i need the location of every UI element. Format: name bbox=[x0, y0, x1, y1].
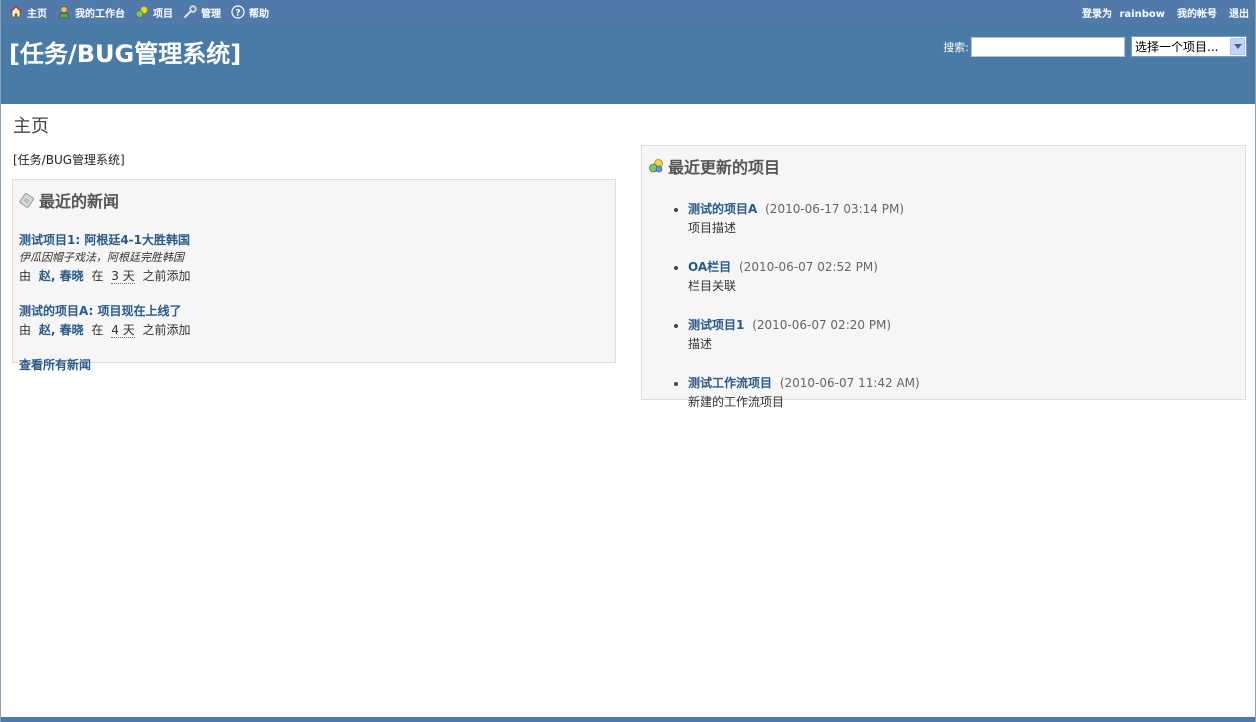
top-menu: 主页 我的工作台 项目 管理 ? 帮助 登录为 rainbow 我的帐号 退出 bbox=[1, 0, 1255, 24]
news-meta: 由 赵, 春晓 在 3 天 之前添加 bbox=[19, 267, 609, 284]
news-ago: 4 天 bbox=[111, 323, 135, 338]
project-select-value: 选择一个项目... bbox=[1135, 40, 1219, 54]
app-window: 主页 我的工作台 项目 管理 ? 帮助 登录为 rainbow 我的帐号 退出 … bbox=[0, 0, 1256, 722]
list-item: OA栏目 (2010-06-07 02:52 PM) 栏目关联 bbox=[688, 258, 1245, 294]
logged-in-as: 登录为 rainbow bbox=[1082, 5, 1165, 20]
wrench-icon bbox=[183, 5, 197, 19]
my-account-link[interactable]: 我的帐号 bbox=[1177, 5, 1217, 20]
news-author-link[interactable]: 赵, 春晓 bbox=[39, 323, 84, 337]
menu-admin[interactable]: 管理 bbox=[183, 5, 221, 20]
news-meta: 由 赵, 春晓 在 4 天 之前添加 bbox=[19, 321, 609, 338]
news-title-link[interactable]: 测试项目1: 阿根廷4-1大胜韩国 bbox=[19, 233, 190, 247]
main-content: 主页 [任务/BUG管理系统] 最近的新闻 测试项目1: 阿根廷4-1大胜韩国 … bbox=[1, 104, 1255, 409]
view-all-news-link[interactable]: 查看所有新闻 bbox=[19, 356, 609, 373]
projects-icon bbox=[648, 158, 664, 174]
quick-search: 搜索: 选择一个项目... bbox=[943, 36, 1247, 57]
latest-news-box: 最近的新闻 测试项目1: 阿根廷4-1大胜韩国 伊瓜因帽子戏法，阿根廷完胜韩国 … bbox=[12, 179, 616, 372]
home-icon bbox=[9, 5, 23, 19]
menu-home-label: 主页 bbox=[27, 8, 47, 20]
menu-help-label: 帮助 bbox=[249, 8, 269, 20]
help-icon: ? bbox=[231, 5, 245, 19]
top-menu-left: 主页 我的工作台 项目 管理 ? 帮助 bbox=[9, 5, 279, 20]
account-menu: 登录为 rainbow 我的帐号 退出 bbox=[1082, 5, 1249, 20]
username-link[interactable]: rainbow bbox=[1120, 9, 1166, 20]
project-link[interactable]: OA栏目 bbox=[688, 260, 731, 274]
logout-link[interactable]: 退出 bbox=[1229, 5, 1249, 20]
projects-icon bbox=[135, 5, 149, 19]
user-icon bbox=[57, 5, 71, 19]
project-date: (2010-06-07 11:42 AM) bbox=[779, 376, 920, 390]
news-icon bbox=[19, 192, 35, 208]
list-item: 测试工作流项目 (2010-06-07 11:42 AM) 新建的工作流项目 bbox=[688, 374, 1245, 410]
project-date: (2010-06-07 02:52 PM) bbox=[739, 260, 878, 274]
menu-admin-label: 管理 bbox=[201, 8, 221, 20]
news-suffix: 之前添加 bbox=[142, 269, 191, 283]
project-description: 项目描述 bbox=[688, 221, 737, 235]
project-description: 新建的工作流项目 bbox=[688, 395, 785, 409]
news-summary: 伊瓜因帽子戏法，阿根廷完胜韩国 bbox=[19, 251, 184, 264]
project-link[interactable]: 测试项目1 bbox=[688, 318, 744, 332]
chevron-down-icon[interactable] bbox=[1230, 38, 1245, 55]
list-item: 测试的项目A (2010-06-17 03:14 PM) 项目描述 bbox=[688, 200, 1245, 236]
menu-home[interactable]: 主页 bbox=[9, 5, 47, 20]
header: [任务/BUG管理系统] 搜索: 选择一个项目... bbox=[1, 24, 1255, 104]
news-author-link[interactable]: 赵, 春晓 bbox=[39, 269, 84, 283]
projects-list: 测试的项目A (2010-06-17 03:14 PM) 项目描述 OA栏目 (… bbox=[688, 200, 1245, 410]
site-title: [任务/BUG管理系统] bbox=[9, 40, 242, 68]
menu-my-page-label: 我的工作台 bbox=[75, 8, 125, 20]
news-heading-text: 最近的新闻 bbox=[39, 192, 120, 211]
menu-help[interactable]: ? 帮助 bbox=[231, 5, 269, 20]
menu-projects-label: 项目 bbox=[153, 8, 173, 20]
project-jump-select[interactable]: 选择一个项目... bbox=[1131, 36, 1247, 57]
news-by: 由 bbox=[19, 269, 32, 283]
news-heading: 最近的新闻 bbox=[19, 188, 609, 212]
news-item: 测试项目1: 阿根廷4-1大胜韩国 伊瓜因帽子戏法，阿根廷完胜韩国 由 赵, 春… bbox=[19, 231, 609, 284]
menu-projects[interactable]: 项目 bbox=[135, 5, 173, 20]
project-link[interactable]: 测试的项目A bbox=[688, 202, 757, 216]
project-link[interactable]: 测试工作流项目 bbox=[688, 376, 772, 390]
projects-heading-text: 最近更新的项目 bbox=[668, 158, 781, 177]
project-description: 栏目关联 bbox=[688, 279, 737, 293]
page-title: 主页 bbox=[13, 116, 49, 137]
latest-projects-box: 最近更新的项目 测试的项目A (2010-06-17 03:14 PM) 项目描… bbox=[641, 145, 1246, 409]
project-date: (2010-06-17 03:14 PM) bbox=[765, 202, 905, 216]
project-date: (2010-06-07 02:20 PM) bbox=[752, 318, 892, 332]
search-input[interactable] bbox=[971, 36, 1125, 57]
news-by: 由 bbox=[19, 323, 32, 337]
news-suffix: 之前添加 bbox=[142, 323, 191, 337]
svg-text:?: ? bbox=[235, 8, 240, 18]
list-item: 测试项目1 (2010-06-07 02:20 PM) 描述 bbox=[688, 316, 1245, 352]
news-at: 在 bbox=[91, 269, 104, 283]
footer-bar bbox=[1, 717, 1255, 722]
projects-heading: 最近更新的项目 bbox=[648, 154, 1239, 178]
logged-in-prefix: 登录为 bbox=[1082, 8, 1113, 20]
project-description: 描述 bbox=[688, 337, 713, 351]
news-item: 测试的项目A: 项目现在上线了 由 赵, 春晓 在 4 天 之前添加 bbox=[19, 302, 609, 338]
news-ago: 3 天 bbox=[111, 269, 135, 284]
search-label: 搜索: bbox=[943, 40, 969, 54]
news-title-link[interactable]: 测试的项目A: 项目现在上线了 bbox=[19, 304, 182, 318]
menu-my-page[interactable]: 我的工作台 bbox=[57, 5, 125, 20]
news-at: 在 bbox=[91, 323, 104, 337]
